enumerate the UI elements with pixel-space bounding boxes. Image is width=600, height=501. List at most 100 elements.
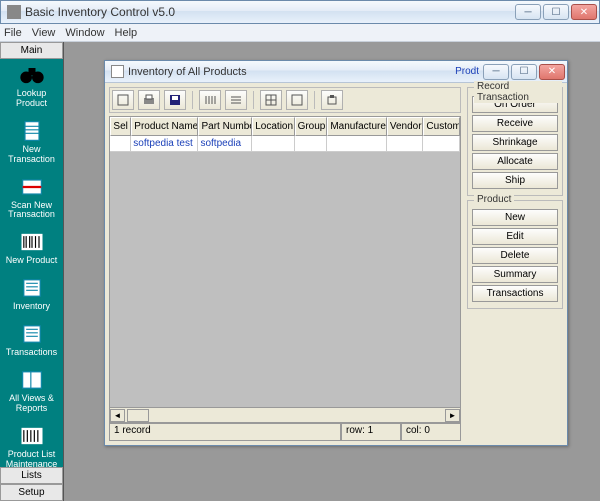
inventory-grid: Sel Product Name Part Number Location Gr…	[109, 116, 461, 423]
child-titlebar: Inventory of All Products Prodt ─ ☐ ✕	[105, 61, 567, 83]
toolbar-btn-7[interactable]	[286, 90, 308, 110]
side-panel: Record Transaction On Order Receive Shri…	[467, 87, 563, 441]
toolbar-separator	[192, 91, 193, 109]
sidebar-item-label: All Views & Reports	[9, 393, 54, 413]
sidebar-item-product-list-maintenance[interactable]: Product List Maintenance	[0, 420, 63, 467]
child-minimize-button[interactable]: ─	[483, 64, 509, 80]
main-window: Basic Inventory Control v5.0 ─ ☐ ✕ File …	[0, 0, 600, 501]
toolbar-btn-1[interactable]	[112, 90, 134, 110]
sidebar-item-new-transaction[interactable]: New Transaction	[0, 115, 63, 171]
scroll-right-button[interactable]: ►	[445, 409, 460, 422]
col-manufacturer[interactable]: Manufacturer	[327, 117, 387, 136]
sidebar-item-label: Inventory	[13, 301, 50, 311]
sidebar-item-all-views-reports[interactable]: All Views & Reports	[0, 364, 63, 420]
toolbar-separator	[253, 91, 254, 109]
report-icon	[18, 368, 46, 392]
toolbar-btn-8[interactable]	[321, 90, 343, 110]
allocate-button[interactable]: Allocate	[472, 153, 558, 170]
close-button[interactable]: ✕	[571, 4, 597, 20]
delete-button[interactable]: Delete	[472, 247, 558, 264]
cell-location[interactable]	[252, 136, 294, 152]
child-body: Sel Product Name Part Number Location Gr…	[105, 83, 567, 445]
scroll-thumb[interactable]	[127, 409, 149, 422]
child-close-button[interactable]: ✕	[539, 64, 565, 80]
cell-sel[interactable]	[110, 136, 131, 152]
child-title: Inventory of All Products	[128, 66, 455, 78]
receive-button[interactable]: Receive	[472, 115, 558, 132]
sidebar-item-label: Lookup Product	[16, 88, 47, 108]
child-window-buttons: ─ ☐ ✕	[483, 64, 565, 80]
sidebar-item-label: New Transaction	[8, 144, 55, 164]
sidebar-item-transactions[interactable]: Transactions	[0, 318, 63, 364]
grid-body: softpedia test softpedia	[110, 136, 460, 407]
edit-button[interactable]: Edit	[472, 228, 558, 245]
col-sel[interactable]: Sel	[110, 117, 131, 136]
app-icon	[7, 5, 21, 19]
minimize-button[interactable]: ─	[515, 4, 541, 20]
barcode-icon	[18, 230, 46, 254]
sidebar-item-inventory[interactable]: Inventory	[0, 272, 63, 318]
cell-customer[interactable]	[423, 136, 460, 152]
sidebar-bottom-tabs: Lists Setup	[0, 467, 63, 501]
list-icon	[18, 276, 46, 300]
menu-window[interactable]: Window	[65, 27, 104, 39]
scan-icon	[18, 175, 46, 199]
sidebar-item-label: Transactions	[6, 347, 57, 357]
cell-vendor[interactable]	[387, 136, 424, 152]
col-location[interactable]: Location	[252, 117, 294, 136]
shrinkage-button[interactable]: Shrinkage	[472, 134, 558, 151]
summary-button[interactable]: Summary	[472, 266, 558, 283]
menu-view[interactable]: View	[32, 27, 56, 39]
list-icon	[18, 322, 46, 346]
toolbar-btn-4[interactable]	[199, 90, 221, 110]
maximize-button[interactable]: ☐	[543, 4, 569, 20]
workarea: Main Lookup Product New Transaction Scan…	[0, 42, 600, 501]
binoculars-icon	[18, 63, 46, 87]
cell-manufacturer[interactable]	[327, 136, 387, 152]
barcode-list-icon	[18, 424, 46, 448]
child-left-pane: Sel Product Name Part Number Location Gr…	[109, 87, 461, 441]
horizontal-scrollbar[interactable]: ◄ ►	[110, 407, 460, 422]
record-transaction-panel: Record Transaction On Order Receive Shri…	[467, 87, 563, 196]
child-toolbar	[109, 87, 461, 113]
cell-product-name[interactable]: softpedia test	[131, 136, 198, 152]
cell-group[interactable]	[295, 136, 328, 152]
sidebar-item-label: Scan New Transaction	[8, 200, 55, 220]
child-maximize-button[interactable]: ☐	[511, 64, 537, 80]
sidebar-tab-main[interactable]: Main	[0, 42, 63, 59]
toolbar-save-button[interactable]	[164, 90, 186, 110]
table-row[interactable]: softpedia test softpedia	[110, 136, 460, 152]
menu-file[interactable]: File	[4, 27, 22, 39]
ship-button[interactable]: Ship	[472, 172, 558, 189]
col-product-name[interactable]: Product Name	[131, 117, 198, 136]
toolbar-btn-5[interactable]	[225, 90, 247, 110]
col-vendor[interactable]: Vendor	[387, 117, 424, 136]
status-col: col: 0	[401, 424, 461, 441]
cell-part-number[interactable]: softpedia	[198, 136, 252, 152]
col-customer[interactable]: Custom	[423, 117, 460, 136]
col-group[interactable]: Group	[295, 117, 328, 136]
status-row: row: 1	[341, 424, 401, 441]
statusbar: 1 record row: 1 col: 0	[109, 423, 461, 441]
sidebar-item-scan-new-transaction[interactable]: Scan New Transaction	[0, 171, 63, 227]
sidebar-tab-lists[interactable]: Lists	[0, 467, 63, 484]
scroll-left-button[interactable]: ◄	[110, 409, 125, 422]
child-right-label: Prodt	[455, 66, 479, 77]
grid-header: Sel Product Name Part Number Location Gr…	[110, 117, 460, 136]
window-buttons: ─ ☐ ✕	[515, 4, 597, 20]
new-button[interactable]: New	[472, 209, 558, 226]
menu-help[interactable]: Help	[115, 27, 138, 39]
col-part-number[interactable]: Part Number	[198, 117, 252, 136]
status-records: 1 record	[109, 424, 341, 441]
sidebar-tab-setup[interactable]: Setup	[0, 484, 63, 501]
menubar: File View Window Help	[0, 24, 600, 42]
sidebar-item-new-product[interactable]: New Product	[0, 226, 63, 272]
product-legend: Product	[474, 194, 514, 205]
sidebar-item-lookup-product[interactable]: Lookup Product	[0, 59, 63, 115]
inventory-window: Inventory of All Products Prodt ─ ☐ ✕	[104, 60, 568, 446]
sidebar-item-label: Product List Maintenance	[6, 449, 58, 467]
toolbar-print-button[interactable]	[138, 90, 160, 110]
transactions-button[interactable]: Transactions	[472, 285, 558, 302]
toolbar-separator	[314, 91, 315, 109]
toolbar-btn-6[interactable]	[260, 90, 282, 110]
